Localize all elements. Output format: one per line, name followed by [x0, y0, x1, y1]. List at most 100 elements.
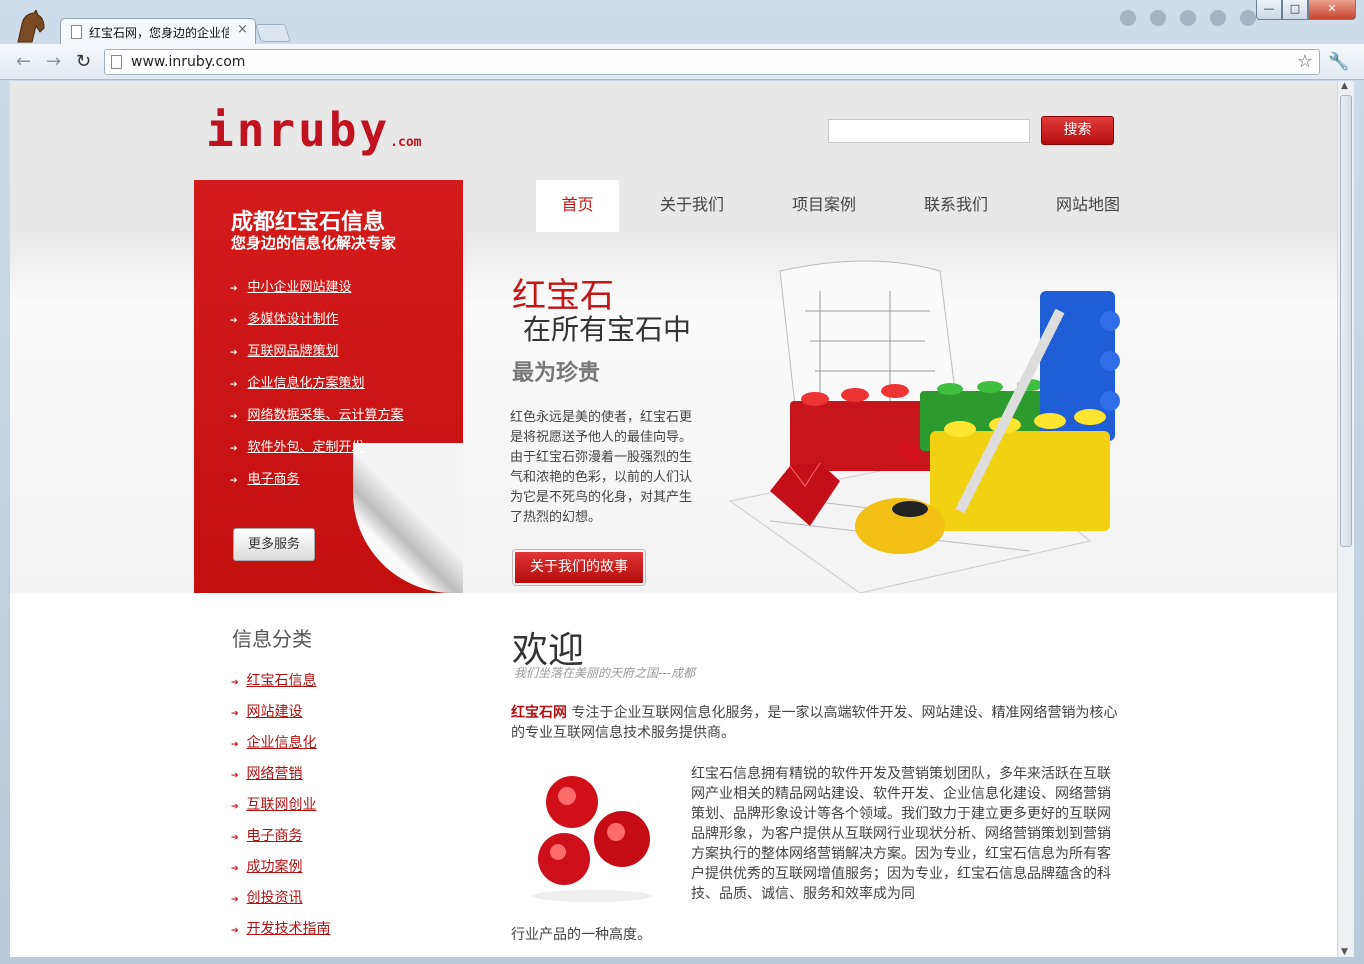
- wrench-menu-icon[interactable]: 🔧: [1328, 52, 1349, 72]
- vertical-scrollbar[interactable]: ▲ ▼: [1337, 81, 1354, 957]
- services-panel: 成都红宝石信息 您身边的信息化解决专家 ➔ 中小企业网站建设 ➔ 多媒体设计制作 ➔…: [194, 180, 463, 593]
- more-services-button[interactable]: 更多服务: [233, 528, 315, 561]
- list-item: ➔ 网络营销: [231, 763, 331, 794]
- list-item: ➔ 红宝石信息: [231, 670, 331, 701]
- list-item: ➔ 多媒体设计制作: [230, 308, 404, 340]
- nav-item-home[interactable]: 首页: [536, 180, 619, 232]
- maximize-button[interactable]: □: [1282, 0, 1308, 20]
- category-link[interactable]: 企业信息化: [247, 735, 317, 751]
- list-item: ➔ 创投资讯: [231, 887, 331, 918]
- extension-icon[interactable]: [1180, 10, 1196, 26]
- bookmark-star-icon[interactable]: ☆: [1297, 51, 1313, 72]
- arrow-icon: ➔: [231, 771, 239, 781]
- reload-icon[interactable]: ↻: [76, 51, 91, 72]
- window-controls: — □ ✕: [1256, 0, 1358, 20]
- list-item: ➔ 企业信息化: [231, 732, 331, 763]
- service-link[interactable]: 电子商务: [248, 472, 300, 487]
- category-link[interactable]: 电子商务: [247, 828, 303, 844]
- arrow-icon: ➔: [230, 316, 238, 326]
- new-tab-button[interactable]: [255, 24, 291, 42]
- body-paragraph-tail: 行业产品的一种高度。: [511, 927, 651, 943]
- intro-paragraph: 红宝石网 专注于企业互联网信息化服务，是一家以高端软件开发、网站建设、精准网络营…: [511, 703, 1119, 743]
- arrow-icon: ➔: [230, 444, 238, 454]
- categories-list: ➔ 红宝石信息 ➔ 网站建设 ➔ 企业信息化 ➔ 网络营销 ➔ 互联网创业 ➔ 电子商务 ➔…: [231, 670, 331, 949]
- profile-avatar-icon[interactable]: [14, 10, 48, 44]
- category-link[interactable]: 网络营销: [247, 766, 303, 782]
- category-link[interactable]: 成功案例: [247, 859, 303, 875]
- site-logo[interactable]: inruby.com: [206, 103, 421, 157]
- list-item: ➔ 成功案例: [231, 856, 331, 887]
- service-link[interactable]: 软件外包、定制开发: [248, 440, 365, 455]
- welcome-subtitle: 我们坐落在美丽的天府之国---成都: [514, 666, 695, 680]
- search-input[interactable]: [828, 119, 1030, 143]
- list-item: ➔ 电子商务: [230, 468, 404, 500]
- categories-title: 信息分类: [232, 627, 312, 651]
- category-link[interactable]: 创投资讯: [247, 890, 303, 906]
- list-item: ➔ 互联网品牌策划: [230, 340, 404, 372]
- nav-item-sitemap[interactable]: 网站地图: [1042, 180, 1134, 232]
- service-link[interactable]: 企业信息化方案策划: [248, 376, 365, 391]
- hero-tagline: 最为珍贵: [512, 360, 601, 386]
- arrow-icon: ➔: [231, 926, 239, 936]
- brand-name[interactable]: 红宝石网: [511, 705, 567, 721]
- list-item: ➔ 网络数据采集、云计算方案: [230, 404, 404, 436]
- logo-suffix: .com: [390, 135, 422, 150]
- tab-strip: 红宝石网，您身边的企业信 × — □ ✕: [0, 0, 1364, 44]
- category-link[interactable]: 互联网创业: [247, 797, 317, 813]
- nav-item-about[interactable]: 关于我们: [646, 180, 738, 232]
- tab-title: 红宝石网，您身边的企业信: [89, 26, 229, 40]
- address-bar[interactable]: www.inruby.com ☆: [104, 49, 1320, 75]
- arrow-icon: ➔: [231, 678, 239, 688]
- category-link[interactable]: 红宝石信息: [247, 673, 317, 689]
- logo-text: inruby: [206, 103, 391, 157]
- list-item: ➔ 中小企业网站建设: [230, 276, 404, 308]
- intro-text: 专注于企业互联网信息化服务，是一家以高端软件开发、网站建设、精准网络营销为核心的…: [511, 705, 1118, 741]
- services-list: ➔ 中小企业网站建设 ➔ 多媒体设计制作 ➔ 互联网品牌策划 ➔ 企业信息化方案策划 ➔…: [230, 276, 404, 500]
- arrow-icon: ➔: [231, 864, 239, 874]
- arrow-icon: ➔: [230, 348, 238, 358]
- service-link[interactable]: 互联网品牌策划: [248, 344, 339, 359]
- extension-icon[interactable]: [1150, 10, 1166, 26]
- service-link[interactable]: 多媒体设计制作: [248, 312, 339, 327]
- browser-toolbar: ← → ↻ www.inruby.com ☆ 🔧: [0, 44, 1364, 80]
- hero-paragraph: 红色永远是美的使者，红宝石更是将祝愿送予他人的最佳向导。由于红宝石弥漫着一股强烈…: [510, 410, 693, 525]
- arrow-icon: ➔: [230, 380, 238, 390]
- browser-window: 红宝石网，您身边的企业信 × — □ ✕ ← → ↻ www.inruby.co…: [0, 0, 1364, 964]
- arrow-icon: ➔: [231, 709, 239, 719]
- url-text[interactable]: www.inruby.com: [131, 54, 245, 70]
- list-item: ➔ 网站建设: [231, 701, 331, 732]
- service-link[interactable]: 网络数据采集、云计算方案: [248, 408, 404, 423]
- arrow-icon: ➔: [231, 740, 239, 750]
- minimize-button[interactable]: —: [1256, 0, 1282, 20]
- service-link[interactable]: 中小企业网站建设: [248, 280, 352, 295]
- forward-arrow-icon[interactable]: →: [46, 51, 61, 72]
- search-button[interactable]: 搜索: [1041, 116, 1114, 145]
- category-link[interactable]: 开发技术指南: [247, 921, 331, 937]
- scroll-up-icon[interactable]: ▲: [1341, 81, 1348, 91]
- nav-item-contact[interactable]: 联系我们: [910, 180, 1002, 232]
- scrollbar-thumb[interactable]: [1340, 95, 1352, 547]
- close-tab-icon[interactable]: ×: [237, 22, 248, 37]
- arrow-icon: ➔: [231, 895, 239, 905]
- extension-icon[interactable]: [1240, 10, 1256, 26]
- tab-active[interactable]: 红宝石网，您身边的企业信 ×: [60, 18, 256, 44]
- extension-icons: [1120, 10, 1256, 26]
- page-icon: [111, 55, 122, 69]
- arrow-icon: ➔: [230, 476, 238, 486]
- hero-subtitle: 在所有宝石中: [523, 313, 692, 346]
- list-item: ➔ 企业信息化方案策划: [230, 372, 404, 404]
- ruby-gems-image: [512, 764, 672, 906]
- scroll-down-icon[interactable]: ▼: [1341, 947, 1348, 957]
- panel-subtitle: 您身边的信息化解决专家: [231, 234, 397, 252]
- arrow-icon: ➔: [230, 412, 238, 422]
- category-link[interactable]: 网站建设: [247, 704, 303, 720]
- extension-icon[interactable]: [1120, 10, 1136, 26]
- nav-item-cases[interactable]: 项目案例: [778, 180, 870, 232]
- about-story-button[interactable]: 关于我们的故事: [513, 550, 645, 585]
- list-item: ➔ 软件外包、定制开发: [230, 436, 404, 468]
- arrow-icon: ➔: [231, 833, 239, 843]
- close-window-button[interactable]: ✕: [1308, 0, 1356, 20]
- extension-icon[interactable]: [1210, 10, 1226, 26]
- back-arrow-icon[interactable]: ←: [16, 51, 31, 72]
- arrow-icon: ➔: [230, 284, 238, 294]
